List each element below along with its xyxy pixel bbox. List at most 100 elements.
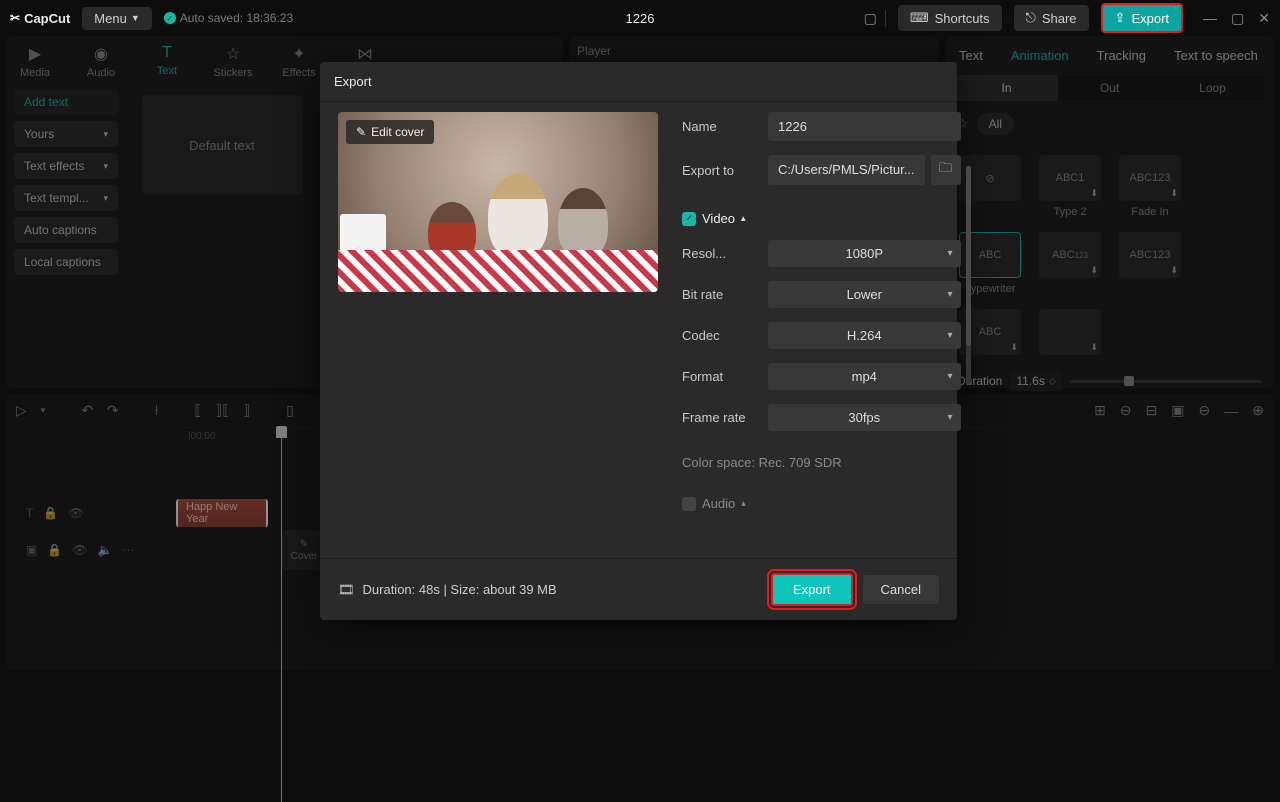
trim-mid-icon[interactable]: ⟧⟦	[215, 402, 229, 419]
lock-icon[interactable]: 🔒	[43, 506, 58, 520]
subtab-out[interactable]: Out	[1058, 75, 1161, 101]
video-section[interactable]: ✓Video▴	[682, 211, 961, 226]
sidebar-text-effects[interactable]: Text effects▾	[14, 153, 118, 179]
slider-handle[interactable]	[1124, 376, 1134, 386]
modal-title: Export	[320, 62, 957, 101]
pointer-icon[interactable]: ▷	[16, 402, 27, 419]
video-track-icon: ▣	[26, 543, 37, 557]
logo-icon: ✂	[10, 11, 20, 25]
keyboard-icon: ⌨	[910, 10, 929, 26]
scroll-thumb[interactable]	[966, 166, 971, 346]
share-button[interactable]: ⎋Share	[1014, 5, 1089, 31]
filter-all[interactable]: All	[977, 113, 1014, 135]
rtab-tracking[interactable]: Tracking	[1097, 48, 1146, 63]
group-icon[interactable]: ⊟	[1146, 402, 1158, 419]
visibility-icon[interactable]: 👁	[72, 543, 87, 557]
anim-fadein[interactable]: ABC123⬇	[1119, 155, 1181, 201]
text-sidebar: Add text Yours▾ Text effects▾ Text templ…	[6, 79, 126, 285]
stepper-icon[interactable]: ◇	[1049, 376, 1056, 387]
zoom-slider[interactable]: —	[1224, 403, 1238, 419]
trim-left-icon[interactable]: ⟦	[194, 402, 201, 419]
tool-icon[interactable]: ⊞	[1094, 402, 1106, 419]
export-confirm-button[interactable]: Export	[771, 573, 853, 606]
audio-checkbox[interactable]	[682, 497, 696, 511]
more-icon[interactable]: ⋯	[122, 543, 134, 557]
audio-icon: ◉	[94, 44, 108, 64]
resolution-select[interactable]: 1080P▾	[768, 240, 961, 267]
framerate-value: 30fps	[848, 410, 880, 425]
tab-stickers[interactable]: ☆Stickers	[210, 44, 256, 79]
sidebar-text-templates[interactable]: Text templ...▾	[14, 185, 118, 211]
rtab-animation[interactable]: Animation	[1011, 48, 1069, 63]
tab-effects[interactable]: ✦Effects	[276, 44, 322, 79]
shortcuts-button[interactable]: ⌨ Shortcuts	[898, 5, 1002, 31]
right-panel: Text Animation Tracking Text to speech I…	[945, 36, 1274, 388]
audio-section[interactable]: Audio▴	[682, 496, 961, 511]
download-icon: ⬇	[1090, 265, 1098, 276]
subtab-in[interactable]: In	[955, 75, 1058, 101]
codec-select[interactable]: H.264▾	[768, 322, 961, 349]
undo-icon[interactable]: ↶	[81, 402, 93, 419]
minimize-icon[interactable]: —	[1203, 10, 1217, 27]
anim-type2[interactable]: ABC1⬇	[1039, 155, 1101, 201]
rtab-text[interactable]: Text	[959, 48, 983, 63]
sidebar-effects-label: Text effects	[24, 159, 84, 173]
framerate-label: Frame rate	[682, 410, 758, 425]
visibility-icon[interactable]: 👁	[68, 506, 83, 520]
redo-icon[interactable]: ↷	[107, 402, 119, 419]
menu-button[interactable]: Menu▼	[82, 7, 151, 30]
zoom-in-icon[interactable]: ⊕	[1252, 402, 1264, 419]
framerate-select[interactable]: 30fps▾	[768, 404, 961, 431]
maximize-icon[interactable]: ▢	[1231, 10, 1244, 27]
anim-fadein-label: Fade In	[1131, 206, 1168, 218]
codec-value: H.264	[847, 328, 882, 343]
duration-slider[interactable]	[1070, 380, 1262, 383]
bitrate-select[interactable]: Lower▾	[768, 281, 961, 308]
video-checkbox[interactable]: ✓	[682, 212, 696, 226]
folder-icon: 🗀	[939, 159, 952, 181]
export-button-top[interactable]: ⇪Export	[1101, 3, 1183, 33]
record-icon[interactable]: ▣	[1171, 402, 1184, 419]
sidebar-auto-captions[interactable]: Auto captions	[14, 217, 118, 243]
sidebar-yours[interactable]: Yours▾	[14, 121, 118, 147]
tab-media[interactable]: ▶Media	[12, 44, 58, 79]
tab-text[interactable]: TText	[144, 44, 190, 79]
chevron-up-icon: ▴	[741, 498, 746, 509]
playhead-handle[interactable]	[276, 426, 287, 438]
zoom-out-icon[interactable]: ⊖	[1199, 402, 1211, 419]
pencil-icon: ✎	[356, 125, 366, 139]
exportto-input[interactable]: C:/Users/PMLS/Pictur...	[768, 155, 925, 185]
ruler-t0: |00:00	[188, 431, 216, 448]
tab-audio[interactable]: ◉Audio	[78, 44, 124, 79]
modal-scrollbar[interactable]	[966, 166, 971, 384]
chevron-down-icon[interactable]: ▾	[41, 405, 46, 416]
edit-cover-button[interactable]: ✎Edit cover	[346, 120, 434, 144]
subtab-loop[interactable]: Loop	[1161, 75, 1264, 101]
sidebar-add-text[interactable]: Add text	[14, 89, 118, 115]
cancel-button[interactable]: Cancel	[863, 575, 939, 604]
anim-typewriter-label: Typewriter	[965, 283, 1016, 295]
anim-card6[interactable]: ABC123⬇	[1119, 232, 1181, 278]
text-clip[interactable]: Happ New Year	[176, 499, 268, 527]
resolution-label: Resol...	[682, 246, 758, 261]
shortcuts-label: Shortcuts	[935, 11, 990, 26]
rtab-tts[interactable]: Text to speech	[1174, 48, 1258, 63]
sidebar-local-captions[interactable]: Local captions	[14, 249, 118, 275]
tab-stickers-label: Stickers	[213, 67, 252, 79]
delete-icon[interactable]: ▯	[286, 402, 294, 419]
lock-icon[interactable]: 🔒	[47, 543, 62, 557]
anim-card8[interactable]: ⬇	[1039, 309, 1101, 355]
trim-right-icon[interactable]: ⟧	[243, 402, 250, 419]
format-label: Format	[682, 369, 758, 384]
split-icon[interactable]: ⟊	[155, 402, 159, 419]
link-icon[interactable]: ⊖	[1120, 402, 1132, 419]
anim-card5[interactable]: ABC123⬇	[1039, 232, 1101, 278]
share-icon: ⎋	[1026, 10, 1036, 26]
name-input[interactable]: 1226	[768, 112, 961, 141]
layout-icon[interactable]: ▢	[864, 10, 886, 27]
close-icon[interactable]: ✕	[1258, 10, 1270, 27]
format-select[interactable]: mp4▾	[768, 363, 961, 390]
default-text-card[interactable]: Default text	[142, 95, 302, 195]
mute-icon[interactable]: 🔈	[98, 543, 113, 557]
browse-folder-button[interactable]: 🗀	[931, 155, 961, 185]
